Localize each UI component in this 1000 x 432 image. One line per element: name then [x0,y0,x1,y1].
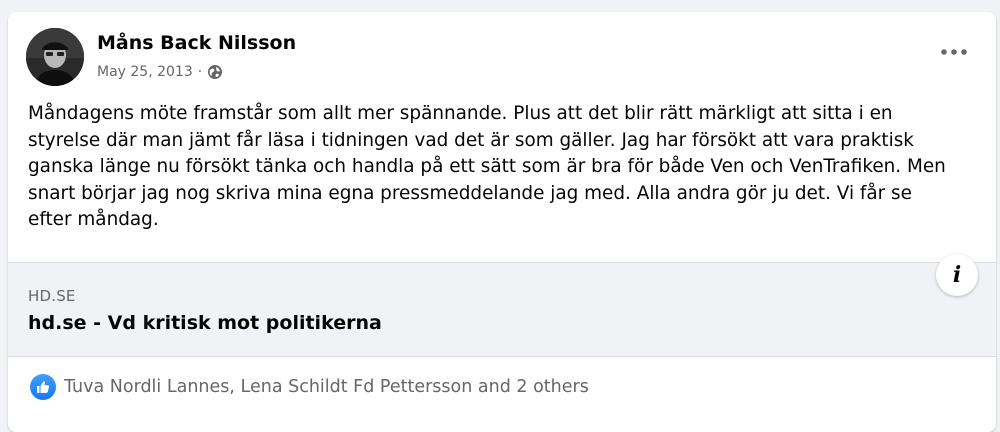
reaction-names[interactable]: Tuva Nordli Lannes, Lena Schildt Fd Pett… [64,377,589,397]
avatar[interactable] [26,28,84,86]
reactions-bar: Tuva Nordli Lannes, Lena Schildt Fd Pett… [30,374,589,400]
avatar-image [26,28,84,86]
meta-separator: · [197,64,203,80]
link-domain: HD.SE [28,287,76,305]
info-button[interactable]: i [936,254,978,296]
post-text: Måndagens möte framstår som allt mer spä… [28,103,946,231]
globe-icon[interactable] [207,64,223,80]
like-icon[interactable] [30,374,56,400]
post-date[interactable]: May 25, 2013 [97,64,193,80]
post-card: Måns Back Nilsson May 25, 2013 · Måndage… [8,12,996,432]
link-preview[interactable]: HD.SE hd.se - Vd kritisk mot politikerna [8,262,996,357]
post-meta: May 25, 2013 · [97,64,223,80]
author-name[interactable]: Måns Back Nilsson [97,32,296,54]
link-title[interactable]: hd.se - Vd kritisk mot politikerna [28,312,382,334]
info-icon: i [952,262,962,288]
more-options-button[interactable] [936,40,972,64]
more-horizontal-icon [941,49,967,55]
